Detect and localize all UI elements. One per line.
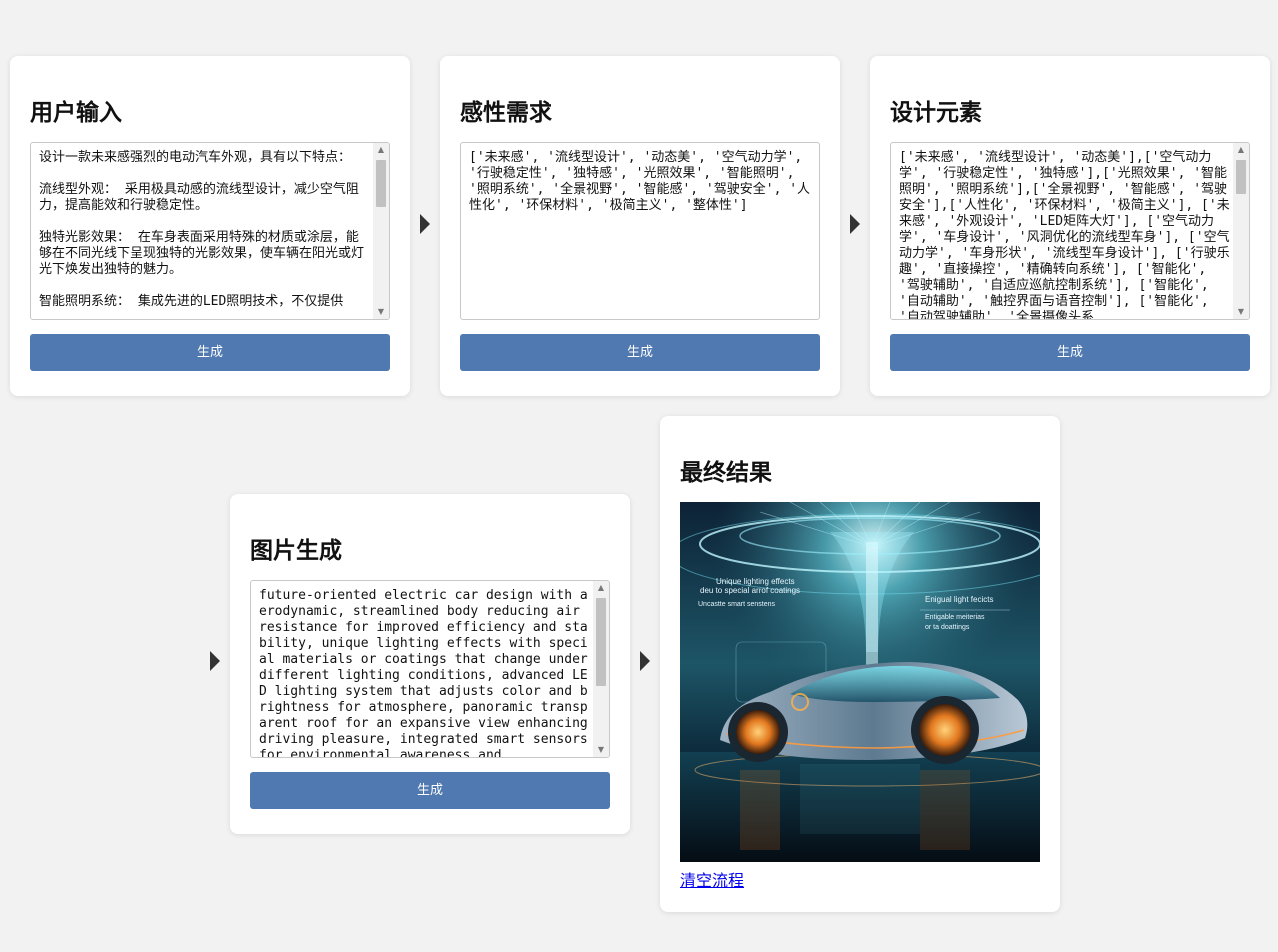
design-elements-text: ['未来感', '流线型设计', '动态美'],['空气动力学', '行驶稳定性… bbox=[899, 150, 1230, 320]
scroll-up-icon[interactable]: ▲ bbox=[373, 143, 389, 157]
scroll-thumb[interactable] bbox=[376, 160, 386, 207]
emotional-needs-text: ['未来感', '流线型设计', '动态美', '空气动力学', '行驶稳定性'… bbox=[469, 150, 811, 213]
generated-car-image: Unique lighting effects deu to special a… bbox=[680, 502, 1040, 862]
card-title: 图片生成 bbox=[250, 538, 342, 564]
image-prompt-textarea[interactable]: future-oriented electric car design with… bbox=[250, 580, 610, 758]
card-title: 用户输入 bbox=[30, 100, 122, 126]
generate-button[interactable]: 生成 bbox=[460, 334, 820, 371]
scroll-thumb[interactable] bbox=[596, 598, 606, 686]
scrollbar[interactable]: ▲ ▼ bbox=[373, 143, 389, 319]
user-input-text: 设计一款未来感强烈的电动汽车外观，具有以下特点： 流线型外观： 采用极具动感的流… bbox=[39, 150, 365, 309]
scrollbar[interactable]: ▲ ▼ bbox=[1233, 143, 1249, 319]
flow-arrow-icon bbox=[420, 214, 430, 234]
user-input-textarea[interactable]: 设计一款未来感强烈的电动汽车外观，具有以下特点： 流线型外观： 采用极具动感的流… bbox=[30, 142, 390, 320]
flow-arrow-icon bbox=[850, 214, 860, 234]
flow-arrow-icon bbox=[210, 651, 220, 671]
scroll-down-icon[interactable]: ▼ bbox=[593, 743, 609, 757]
generate-button[interactable]: 生成 bbox=[890, 334, 1250, 371]
image-label: Unique lighting effects bbox=[716, 577, 795, 586]
scroll-down-icon[interactable]: ▼ bbox=[1233, 305, 1249, 319]
image-label: Enigual light fecicts bbox=[925, 595, 993, 604]
scrollbar[interactable]: ▲ ▼ bbox=[593, 581, 609, 757]
image-label: Entigable meiterias bbox=[925, 614, 985, 621]
image-label: Uncastte smart senstens bbox=[698, 601, 776, 608]
card-title: 感性需求 bbox=[460, 100, 552, 126]
card-title: 设计元素 bbox=[890, 100, 982, 126]
reset-flow-link[interactable]: 清空流程 bbox=[680, 867, 744, 891]
design-elements-textarea[interactable]: ['未来感', '流线型设计', '动态美'],['空气动力学', '行驶稳定性… bbox=[890, 142, 1250, 320]
generate-button[interactable]: 生成 bbox=[30, 334, 390, 371]
card-image-generation: 图片生成 future-oriented electric car design… bbox=[230, 494, 630, 834]
image-label: deu to special arrof coatings bbox=[700, 586, 800, 595]
scroll-down-icon[interactable]: ▼ bbox=[373, 305, 389, 319]
scroll-thumb[interactable] bbox=[1236, 160, 1246, 194]
emotional-needs-textarea[interactable]: ['未来感', '流线型设计', '动态美', '空气动力学', '行驶稳定性'… bbox=[460, 142, 820, 320]
scroll-up-icon[interactable]: ▲ bbox=[1233, 143, 1249, 157]
image-label: or ta doattings bbox=[925, 624, 970, 631]
scroll-up-icon[interactable]: ▲ bbox=[593, 581, 609, 595]
card-user-input: 用户输入 设计一款未来感强烈的电动汽车外观，具有以下特点： 流线型外观： 采用极… bbox=[10, 56, 410, 396]
card-emotional-needs: 感性需求 ['未来感', '流线型设计', '动态美', '空气动力学', '行… bbox=[440, 56, 840, 396]
card-design-elements: 设计元素 ['未来感', '流线型设计', '动态美'],['空气动力学', '… bbox=[870, 56, 1270, 396]
flow-arrow-icon bbox=[640, 651, 650, 671]
card-final-result: 最终结果 Unique lighting effects deu to spec… bbox=[660, 416, 1060, 912]
card-title: 最终结果 bbox=[680, 460, 772, 486]
generate-button[interactable]: 生成 bbox=[250, 772, 610, 809]
image-prompt-text: future-oriented electric car design with… bbox=[259, 588, 596, 758]
